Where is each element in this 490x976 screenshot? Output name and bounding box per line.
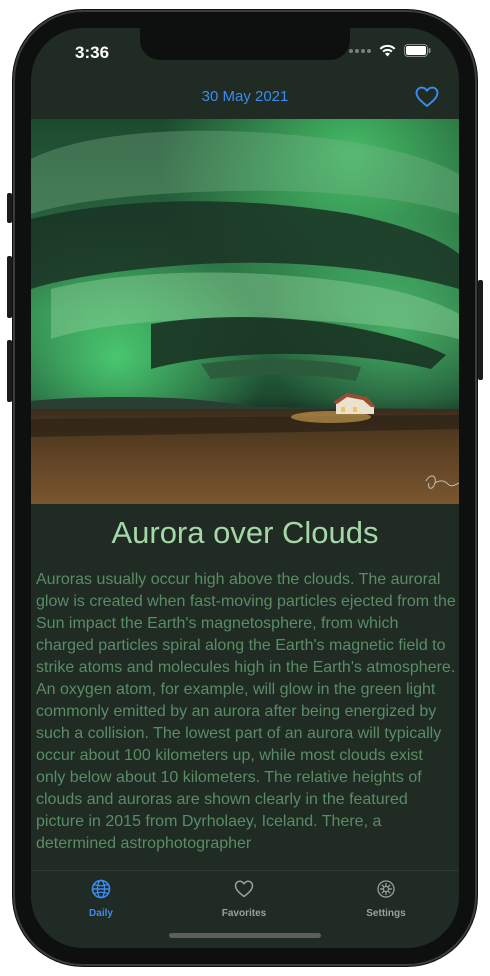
tab-daily-label: Daily xyxy=(89,908,113,919)
side-button-volume-up xyxy=(7,256,12,318)
date-title[interactable]: 30 May 2021 xyxy=(31,88,459,105)
favorite-button[interactable] xyxy=(415,86,439,108)
battery-icon xyxy=(404,44,431,57)
tab-settings[interactable]: Settings xyxy=(331,879,441,919)
apod-title: Aurora over Clouds xyxy=(111,515,379,550)
app-screen: 3:36 30 May 2021 Aurora over Clouds Auro… xyxy=(31,28,459,948)
globe-icon xyxy=(91,879,111,899)
tab-daily[interactable]: Daily xyxy=(46,879,156,919)
signal-icon xyxy=(349,48,371,53)
notch xyxy=(140,28,350,60)
status-icons xyxy=(349,44,431,57)
apod-explanation: Auroras usually occur high above the clo… xyxy=(36,571,456,852)
status-time: 3:36 xyxy=(75,43,110,62)
gear-icon xyxy=(377,880,395,898)
tab-favorites-label: Favorites xyxy=(221,908,267,919)
side-button-power xyxy=(478,280,483,380)
heart-icon xyxy=(234,880,254,898)
side-button-mute xyxy=(7,193,12,223)
heart-outline-icon xyxy=(415,86,439,107)
tab-favorites[interactable]: Favorites xyxy=(189,879,299,919)
home-indicator xyxy=(169,933,321,938)
tab-settings-label: Settings xyxy=(366,908,406,919)
wifi-icon xyxy=(379,44,396,57)
apod-image xyxy=(31,119,459,504)
navigation-bar: 30 May 2021 xyxy=(31,84,459,120)
side-button-volume-down xyxy=(7,340,12,402)
